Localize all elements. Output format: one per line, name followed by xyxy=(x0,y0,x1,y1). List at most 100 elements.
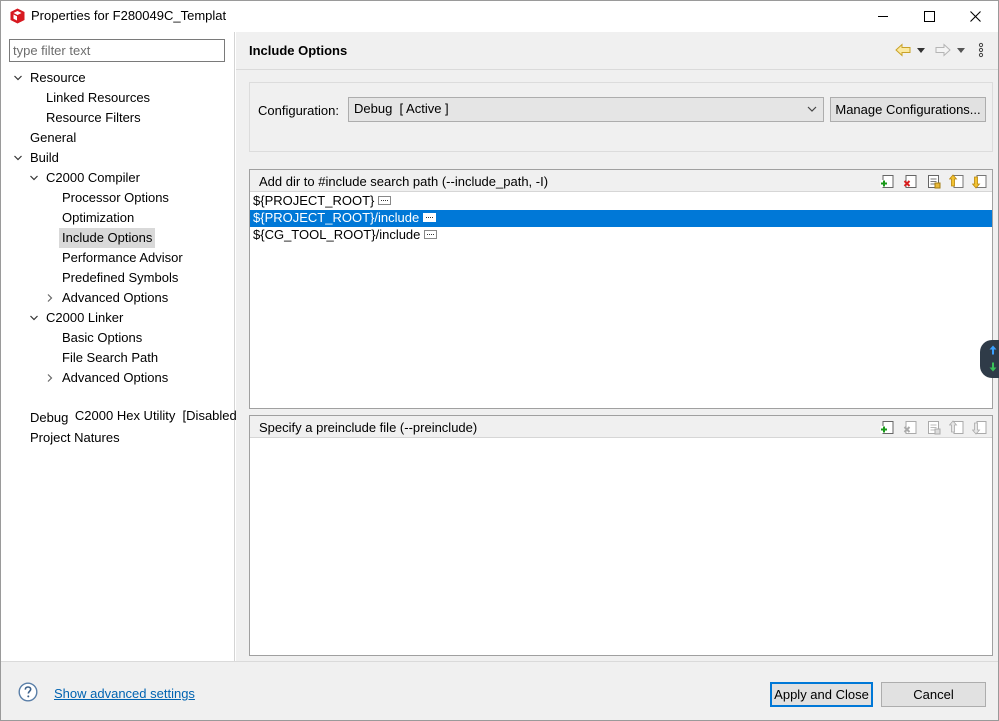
tree-item-c2000-compiler[interactable]: C2000 Compiler xyxy=(29,168,143,188)
apply-and-close-button[interactable]: Apply and Close xyxy=(770,682,873,707)
add-icon xyxy=(880,175,893,188)
tree-item-label: C2000 Compiler xyxy=(46,170,140,185)
tree-item-c2000-linker[interactable]: C2000 Linker xyxy=(29,308,126,328)
chevron-down-icon[interactable] xyxy=(13,73,23,83)
side-scroll-handle[interactable] xyxy=(980,340,999,378)
tree-item-general[interactable]: General xyxy=(27,128,79,148)
back-arrow-icon xyxy=(895,43,911,57)
close-icon xyxy=(969,11,981,22)
move-down-icon xyxy=(971,175,986,189)
property-page: Include Options Configuration: Debug [ A… xyxy=(236,32,998,661)
move-up-icon xyxy=(948,420,963,434)
chevron-down-icon[interactable] xyxy=(13,153,23,163)
tree-item-label: Predefined Symbols xyxy=(62,270,179,285)
tree-item-performance-advisor[interactable]: Performance Advisor xyxy=(59,248,186,268)
tree-item-label: File Search Path xyxy=(62,350,159,365)
tree-item-label: C2000 Linker xyxy=(46,310,124,325)
properties-dialog: Properties for F280049C_Templat Resource… xyxy=(0,0,999,721)
include-path-text: ${PROJECT_ROOT}/include xyxy=(253,210,420,225)
show-advanced-settings-link[interactable]: Show advanced settings xyxy=(54,686,195,701)
navigation-pane: Resource Linked Resources Resource Filte… xyxy=(1,32,240,661)
ellipsis-icon xyxy=(378,196,392,206)
edit-include-button[interactable] xyxy=(924,173,942,190)
vertical-dots-icon xyxy=(978,42,984,58)
tree-item-include-options[interactable]: Include Options xyxy=(59,228,156,248)
tree-item-resource[interactable]: Resource xyxy=(13,68,89,88)
minimize-icon xyxy=(877,16,888,17)
forward-button[interactable] xyxy=(935,41,951,59)
back-history-dropdown[interactable] xyxy=(917,41,925,59)
tree-item-label: C2000 Hex Utility [Disabled] xyxy=(74,408,241,423)
help-icon[interactable] xyxy=(18,682,38,702)
move-up-button[interactable] xyxy=(947,173,965,190)
back-button[interactable] xyxy=(895,41,911,59)
tree-item-label: General xyxy=(30,130,77,145)
tree-item-build[interactable]: Build xyxy=(13,148,62,168)
manage-configurations-button[interactable]: Manage Configurations... xyxy=(830,97,986,122)
edit-preinclude-button[interactable] xyxy=(924,419,942,436)
move-up-button[interactable] xyxy=(947,419,965,436)
configuration-value: Debug [ Active ] xyxy=(354,101,449,116)
list-item[interactable]: ${PROJECT_ROOT}/include xyxy=(250,210,992,227)
delete-icon xyxy=(903,175,916,188)
list-item[interactable]: ${CG_TOOL_ROOT}/include xyxy=(250,227,992,244)
page-header: Include Options xyxy=(236,32,998,70)
arrow-down-icon xyxy=(989,362,997,372)
tree-item-label: Project Natures xyxy=(30,430,120,445)
chevron-right-icon[interactable] xyxy=(45,293,55,303)
preinclude-panel: Specify a preinclude file (--preinclude) xyxy=(249,415,993,656)
delete-preinclude-button[interactable] xyxy=(901,419,919,436)
include-path-panel: Add dir to #include search path (--inclu… xyxy=(249,169,993,409)
include-path-header: Add dir to #include search path (--inclu… xyxy=(250,170,992,192)
move-down-button[interactable] xyxy=(970,419,988,436)
add-preinclude-button[interactable] xyxy=(878,419,896,436)
ellipsis-icon xyxy=(423,213,437,223)
chevron-right-icon[interactable] xyxy=(45,373,55,383)
tree-item-label: Advanced Options xyxy=(62,290,169,305)
tree-item-resource-filters[interactable]: Resource Filters xyxy=(43,108,144,128)
configuration-group: Configuration: Debug [ Active ] Manage C… xyxy=(249,82,993,152)
tree-item-label: Processor Options xyxy=(62,190,169,205)
view-menu-button[interactable] xyxy=(978,41,984,59)
tree-item-project-natures[interactable]: Project Natures xyxy=(27,428,123,448)
tree-item-label: Optimization xyxy=(62,210,135,225)
dropdown-arrow-icon xyxy=(957,47,965,53)
delete-icon xyxy=(903,421,916,434)
move-down-icon xyxy=(971,421,986,435)
tree-item-label: Include Options xyxy=(59,228,156,248)
minimize-button[interactable] xyxy=(860,1,906,32)
tree-item-c2000-hex-utility[interactable]: C2000 Hex Utility [Disabled] xyxy=(43,388,243,423)
close-button[interactable] xyxy=(952,1,998,32)
add-include-button[interactable] xyxy=(878,173,896,190)
tree-item-basic-options[interactable]: Basic Options xyxy=(59,328,145,348)
tree-item-debug[interactable]: Debug xyxy=(27,408,71,428)
tree-item-label: Linked Resources xyxy=(46,90,151,105)
tree-item-predefined-symbols[interactable]: Predefined Symbols xyxy=(59,268,181,288)
forward-arrow-icon xyxy=(935,43,951,57)
chevron-down-icon[interactable] xyxy=(29,173,39,183)
ccs-app-icon xyxy=(10,8,25,24)
configuration-label: Configuration: xyxy=(258,103,339,118)
chevron-down-icon[interactable] xyxy=(29,313,39,323)
maximize-button[interactable] xyxy=(906,1,952,32)
dialog-button-bar: Show advanced settings Apply and Close C… xyxy=(1,661,998,720)
tree-item-optimization[interactable]: Optimization xyxy=(59,208,137,228)
tree-item-file-search-path[interactable]: File Search Path xyxy=(59,348,161,368)
tree-item-linker-advanced-options[interactable]: Advanced Options xyxy=(45,368,171,388)
tree-item-compiler-advanced-options[interactable]: Advanced Options xyxy=(45,288,171,308)
preinclude-toolbar xyxy=(878,419,988,436)
filter-input[interactable] xyxy=(9,39,225,62)
tree-item-linked-resources[interactable]: Linked Resources xyxy=(43,88,153,108)
delete-include-button[interactable] xyxy=(901,173,919,190)
list-item[interactable]: ${PROJECT_ROOT} xyxy=(250,193,992,210)
title-bar: Properties for F280049C_Templat xyxy=(1,1,998,32)
configuration-select[interactable]: Debug [ Active ] xyxy=(348,97,824,122)
tree-item-processor-options[interactable]: Processor Options xyxy=(59,188,172,208)
preinclude-header: Specify a preinclude file (--preinclude) xyxy=(250,416,992,438)
move-down-button[interactable] xyxy=(970,173,988,190)
tree-item-label: Resource Filters xyxy=(46,110,141,125)
cancel-button[interactable]: Cancel xyxy=(881,682,986,707)
forward-history-dropdown[interactable] xyxy=(957,41,965,59)
include-path-text: ${CG_TOOL_ROOT}/include xyxy=(253,227,421,242)
ellipsis-icon xyxy=(424,230,438,240)
